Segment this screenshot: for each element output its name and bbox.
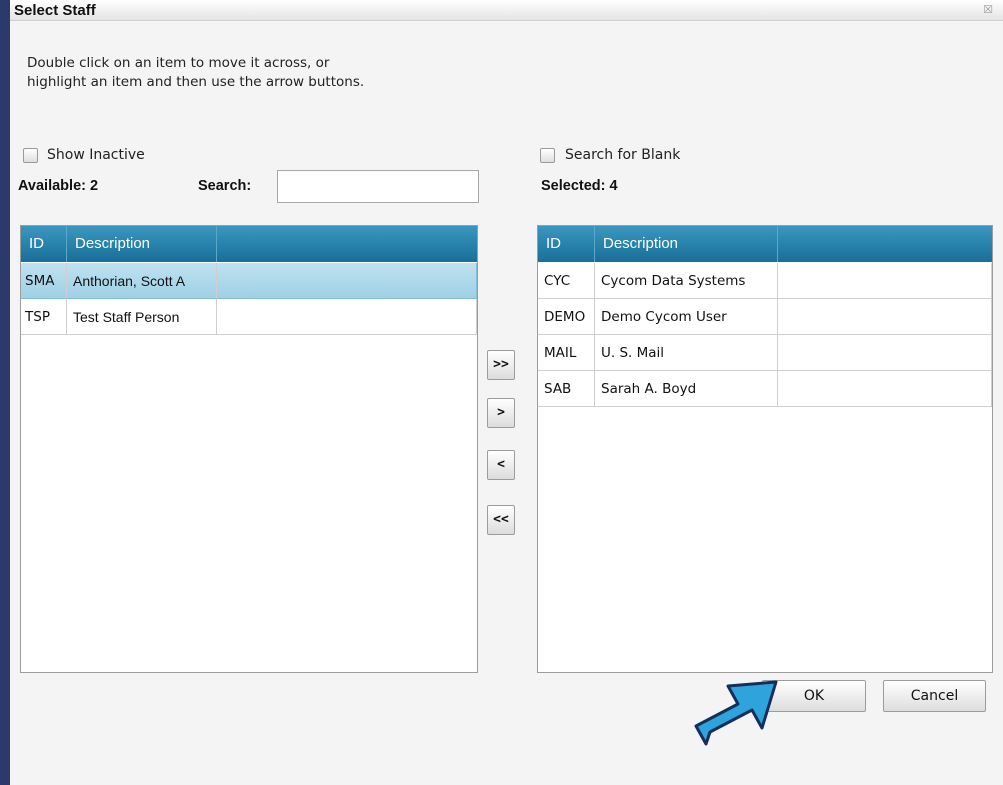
available-staff-grid[interactable]: ID Description SMA Anthorian, Scott A TS…	[20, 225, 478, 673]
row-description: Demo Cycom User	[595, 299, 778, 335]
close-icon[interactable]: ☒	[983, 3, 993, 16]
move-left-button[interactable]: <	[487, 450, 515, 480]
row-filler	[217, 299, 477, 335]
row-description: Cycom Data Systems	[595, 263, 778, 299]
row-filler	[778, 299, 992, 335]
column-header-description[interactable]: Description	[595, 226, 778, 262]
search-for-blank-label: Search for Blank	[565, 147, 681, 163]
grid-header: ID Description	[538, 226, 992, 262]
table-row[interactable]: SAB Sarah A. Boyd	[538, 371, 992, 407]
column-header-id[interactable]: ID	[21, 226, 67, 262]
row-id: DEMO	[538, 299, 595, 335]
instructions-line: Double click on an item to move it acros…	[27, 55, 330, 71]
table-row[interactable]: CYC Cycom Data Systems	[538, 263, 992, 299]
search-input[interactable]	[277, 170, 479, 203]
show-inactive-checkbox[interactable]	[23, 148, 38, 163]
row-id: CYC	[538, 263, 595, 299]
dialog-title: Select Staff	[14, 2, 96, 19]
move-all-right-button[interactable]: >>	[487, 350, 515, 380]
table-row[interactable]: SMA Anthorian, Scott A	[21, 263, 477, 299]
search-label: Search:	[198, 178, 252, 194]
table-row[interactable]: DEMO Demo Cycom User	[538, 299, 992, 335]
arrow-pointer-icon	[694, 680, 778, 746]
row-filler	[217, 263, 477, 299]
row-filler	[778, 371, 992, 407]
row-filler	[778, 335, 992, 371]
select-staff-dialog: Select Staff ☒ Double click on an item t…	[10, 0, 1003, 785]
search-for-blank-checkbox[interactable]	[540, 148, 555, 163]
table-row[interactable]: MAIL U. S. Mail	[538, 335, 992, 371]
selected-count: Selected: 4	[541, 178, 618, 194]
dialog-titlebar: Select Staff ☒	[10, 0, 1003, 21]
column-header-id[interactable]: ID	[538, 226, 595, 262]
grid-header: ID Description	[21, 226, 477, 262]
row-id: SMA	[21, 263, 67, 299]
cancel-button[interactable]: Cancel	[883, 680, 986, 712]
instructions-line: highlight an item and then use the arrow…	[27, 74, 365, 90]
row-id: SAB	[538, 371, 595, 407]
available-count: Available: 2	[18, 178, 99, 194]
selected-staff-grid[interactable]: ID Description CYC Cycom Data Systems DE…	[537, 225, 993, 673]
row-filler	[778, 263, 992, 299]
row-description: Test Staff Person	[67, 299, 217, 335]
move-all-left-button[interactable]: <<	[487, 505, 515, 535]
row-description: U. S. Mail	[595, 335, 778, 371]
row-id: TSP	[21, 299, 67, 335]
table-row[interactable]: TSP Test Staff Person	[21, 299, 477, 335]
column-header-description[interactable]: Description	[67, 226, 217, 262]
show-inactive-label: Show Inactive	[47, 147, 145, 163]
move-right-button[interactable]: >	[487, 398, 515, 428]
row-id: MAIL	[538, 335, 595, 371]
row-description: Sarah A. Boyd	[595, 371, 778, 407]
instructions-text: Double click on an item to move it acros…	[27, 54, 487, 92]
row-description: Anthorian, Scott A	[67, 263, 217, 299]
